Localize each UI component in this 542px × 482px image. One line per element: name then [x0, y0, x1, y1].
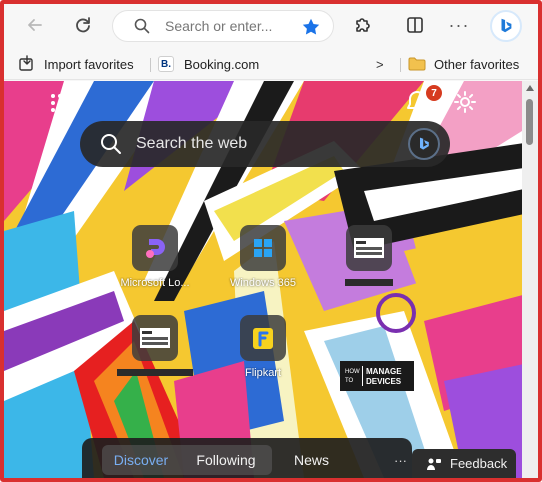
booking-favicon-icon: B.	[158, 56, 174, 72]
svg-text:HOW: HOW	[345, 369, 360, 375]
notification-count-badge: 7	[426, 85, 442, 101]
apps-launcher-button[interactable]	[48, 91, 72, 115]
svg-text:TO: TO	[345, 378, 354, 384]
feedback-label: Feedback	[450, 456, 508, 471]
svg-text:MANAGE: MANAGE	[366, 367, 402, 376]
folder-icon	[408, 57, 426, 71]
booking-label: Booking.com	[184, 56, 260, 72]
flipkart-icon	[240, 315, 286, 361]
web-search-box[interactable]: Search the web	[80, 121, 450, 167]
more-button[interactable]: ···	[444, 10, 474, 40]
new-tab-page: 7 Search the web Microsoft Lo... Windows…	[4, 81, 538, 478]
extensions-button[interactable]	[348, 10, 378, 40]
how-to-manage-devices-icon	[132, 315, 178, 361]
quick-link-tile[interactable]: Windows 365	[218, 225, 308, 289]
tile-label: Flipkart	[244, 367, 282, 379]
tab-news[interactable]: News	[294, 445, 329, 475]
favorites-bar: Import favorites B. Booking.com > Other …	[4, 48, 538, 80]
booking-favorite[interactable]: B. Booking.com	[158, 54, 259, 74]
gear-icon	[454, 91, 476, 113]
quick-link-tile[interactable]	[324, 225, 414, 286]
chevron-right-icon: >	[376, 56, 384, 72]
other-favorites-label: Other favorites	[434, 56, 520, 72]
search-icon	[133, 17, 151, 35]
search-icon	[101, 134, 121, 154]
scrollbar-thumb[interactable]	[526, 99, 533, 145]
tile-label: Microsoft Lo...	[120, 277, 190, 289]
puzzle-icon	[356, 18, 370, 32]
bing-icon	[501, 18, 512, 33]
web-search-placeholder: Search the web	[136, 135, 248, 152]
favorites-divider	[400, 58, 401, 72]
import-favorites-label: Import favorites	[44, 56, 134, 72]
bing-icon	[420, 137, 429, 150]
tab-discover[interactable]: Discover	[102, 445, 180, 475]
quick-link-tile[interactable]: Flipkart	[218, 315, 308, 379]
favorites-divider	[150, 58, 151, 72]
redacted-label	[345, 279, 393, 286]
split-screen-icon	[407, 17, 423, 33]
address-bar[interactable]: Search or enter...	[112, 10, 334, 42]
more-dots-icon: ···	[448, 14, 470, 35]
refresh-button[interactable]	[68, 10, 98, 40]
tab-following[interactable]: Following	[180, 445, 272, 475]
address-placeholder: Search or enter...	[165, 18, 273, 34]
page-settings-button[interactable]	[452, 89, 478, 115]
scroll-up-arrow-icon[interactable]	[526, 85, 534, 91]
import-icon	[19, 55, 33, 71]
app-grid-icon	[51, 94, 69, 112]
arrow-left-icon	[28, 19, 42, 31]
browser-toolbar: Search or enter... ···	[4, 4, 538, 48]
refresh-icon	[76, 17, 90, 33]
quick-link-tile[interactable]	[110, 315, 200, 376]
feedback-icon	[427, 458, 441, 470]
split-screen-button[interactable]	[400, 10, 430, 40]
quick-link-tile[interactable]: Microsoft Lo...	[110, 225, 200, 289]
page-scrollbar[interactable]	[522, 81, 538, 478]
other-favorites-folder[interactable]: Other favorites	[408, 54, 519, 74]
windows-365-icon	[240, 225, 286, 271]
bing-chat-button[interactable]	[408, 128, 440, 160]
back-button[interactable]	[20, 10, 50, 40]
microsoft-loop-icon	[132, 225, 178, 271]
feed-tab-bar: Discover Following News ···	[82, 438, 412, 478]
feedback-button[interactable]: Feedback	[412, 449, 516, 478]
favorite-star-icon[interactable]	[301, 17, 321, 37]
redacted-label	[117, 369, 193, 376]
how-to-manage-devices-icon	[346, 225, 392, 271]
copilot-button[interactable]	[490, 10, 522, 42]
how-to-manage-devices-logo: HOW TO MANAGE DEVICES	[340, 361, 414, 391]
svg-text:DEVICES: DEVICES	[366, 377, 402, 386]
feed-more-button[interactable]: ···	[394, 445, 407, 475]
favorites-overflow-chevron[interactable]: >	[376, 54, 384, 74]
tile-label: Windows 365	[229, 277, 297, 289]
import-favorites-link[interactable]: Import favorites	[18, 54, 134, 74]
browser-window: Search or enter... ··· Import favorites …	[0, 0, 542, 482]
